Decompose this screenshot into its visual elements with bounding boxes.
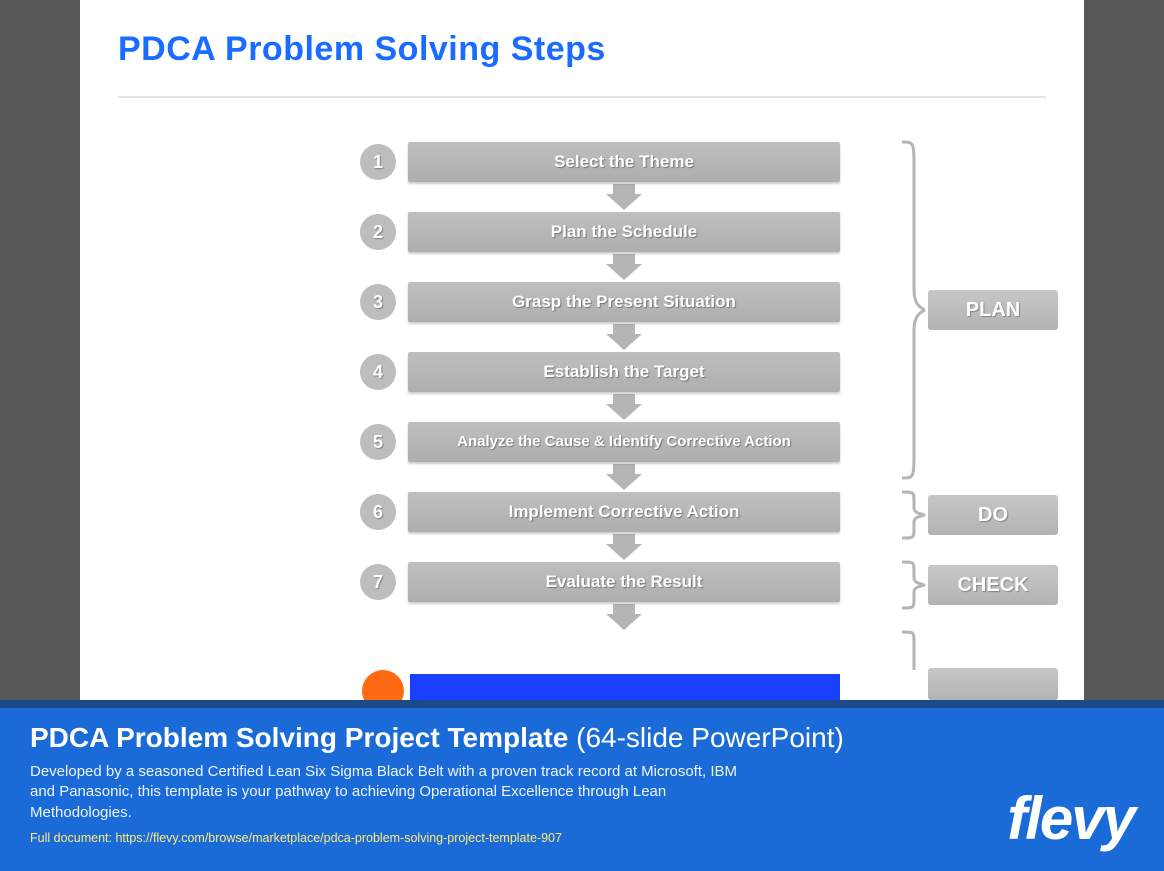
step-row: 7 Evaluate the Result <box>360 560 840 604</box>
step-bar: Establish the Target <box>408 352 840 392</box>
phase-label-check: CHECK <box>928 565 1058 605</box>
arrow-down-icon <box>360 324 840 350</box>
arrow-down-icon <box>360 394 840 420</box>
slide-title: PDCA Problem Solving Steps <box>118 30 606 69</box>
flevy-logo: flevy <box>1007 784 1134 853</box>
step-number-badge: 5 <box>360 424 396 460</box>
banner-document-link[interactable]: Full document: https://flevy.com/browse/… <box>30 831 1134 845</box>
arrow-down-icon <box>360 184 840 210</box>
step-number-badge: 2 <box>360 214 396 250</box>
brace-icon <box>900 140 926 480</box>
step-number-badge: 3 <box>360 284 396 320</box>
banner-title: PDCA Problem Solving Project Template (6… <box>30 722 1134 754</box>
phase-label-plan: PLAN <box>928 290 1058 330</box>
step-row: 4 Establish the Target <box>360 350 840 394</box>
banner-title-light: (64-slide PowerPoint) <box>568 722 843 753</box>
step-row: 2 Plan the Schedule <box>360 210 840 254</box>
arrow-down-icon <box>360 604 840 630</box>
step-number-badge: 4 <box>360 354 396 390</box>
arrow-down-icon <box>360 254 840 280</box>
brace-icon <box>900 630 926 670</box>
step-bar: Select the Theme <box>408 142 840 182</box>
brace-icon <box>900 560 926 610</box>
step-bar: Implement Corrective Action <box>408 492 840 532</box>
banner-divider <box>0 700 1164 708</box>
step-row: 3 Grasp the Present Situation <box>360 280 840 324</box>
arrow-down-icon <box>360 464 840 490</box>
phase-label-cutoff <box>928 668 1058 700</box>
arrow-down-icon <box>360 534 840 560</box>
title-divider <box>118 96 1046 98</box>
step-bar: Grasp the Present Situation <box>408 282 840 322</box>
step-number-badge: 7 <box>360 564 396 600</box>
step-row: 6 Implement Corrective Action <box>360 490 840 534</box>
step-number-badge: 1 <box>360 144 396 180</box>
step-bar: Analyze the Cause & Identify Corrective … <box>408 422 840 462</box>
steps-column: 1 Select the Theme 2 Plan the Schedule 3… <box>360 140 840 630</box>
banner-title-bold: PDCA Problem Solving Project Template <box>30 722 568 753</box>
step-bar: Evaluate the Result <box>408 562 840 602</box>
step-bar: Plan the Schedule <box>408 212 840 252</box>
banner-description: Developed by a seasoned Certified Lean S… <box>30 762 750 823</box>
promo-banner: PDCA Problem Solving Project Template (6… <box>0 708 1164 871</box>
phase-label-do: DO <box>928 495 1058 535</box>
step-bar-cutoff <box>410 674 840 700</box>
brace-icon <box>900 490 926 540</box>
step-row: 1 Select the Theme <box>360 140 840 184</box>
slide-canvas: PDCA Problem Solving Steps 1 Select the … <box>80 0 1084 700</box>
step-row: 5 Analyze the Cause & Identify Correctiv… <box>360 420 840 464</box>
page-root: PDCA Problem Solving Steps 1 Select the … <box>0 0 1164 871</box>
step-number-badge: 6 <box>360 494 396 530</box>
